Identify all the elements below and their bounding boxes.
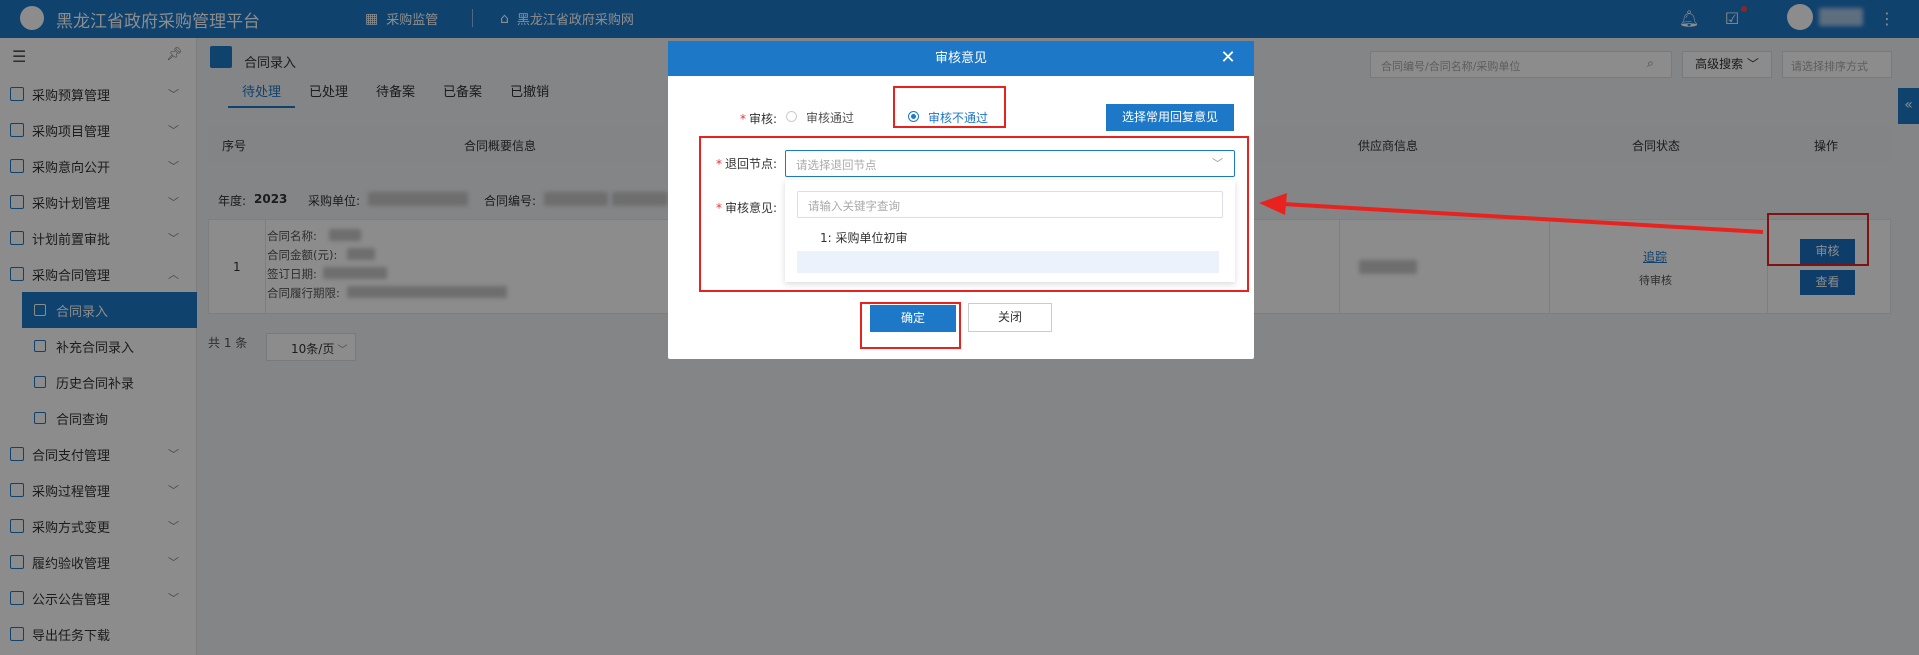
field-label: 审核: [749,112,778,126]
radio-pass[interactable] [786,111,797,122]
audit-label: * 审核: [740,110,777,127]
radio-pass-label[interactable]: 审核通过 [806,109,854,126]
highlight-box-return [699,136,1249,292]
common-reply-button[interactable]: 选择常用回复意见 [1106,104,1234,131]
close-button[interactable]: 关闭 [968,303,1052,332]
highlight-box-confirm [860,302,961,349]
arrow-line [1282,202,1764,234]
dialog-title: 审核意见 [668,41,1254,76]
arrow-head-icon [1259,193,1287,215]
annotation-arrow [1259,193,1764,234]
close-icon[interactable]: ✕ [1218,47,1238,68]
highlight-box-radio [893,86,1006,128]
required-mark: * [740,112,746,126]
